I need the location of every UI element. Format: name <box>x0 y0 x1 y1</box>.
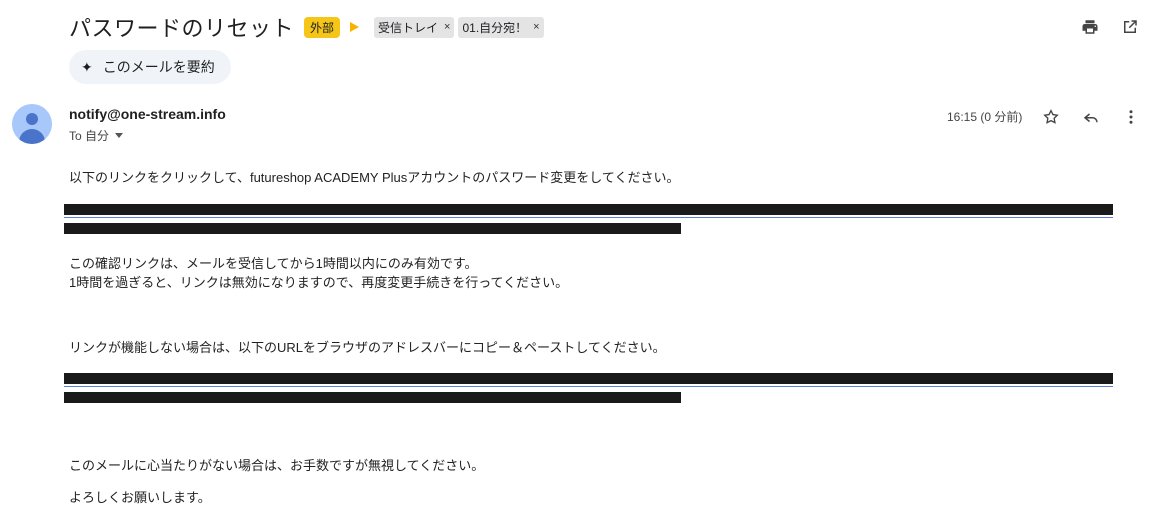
body-paragraph: 1時間を過ぎると、リンクは無効になりますので、再度変更手続きを行ってください。 <box>69 275 569 290</box>
redacted-link[interactable] <box>64 373 1113 384</box>
sender-email[interactable]: notify@one-stream.info <box>69 106 226 122</box>
label-chip-text: 01.自分宛！ <box>462 20 528 35</box>
sparkle-icon: ✦ <box>81 58 93 75</box>
reply-icon[interactable] <box>1080 106 1102 128</box>
remove-label-icon[interactable]: × <box>533 21 539 33</box>
email-subject: パスワードのリセット <box>69 16 295 41</box>
star-icon[interactable] <box>1040 106 1062 128</box>
print-icon[interactable] <box>1079 16 1101 38</box>
label-chip-personal[interactable]: 01.自分宛！ × <box>458 16 544 38</box>
body-paragraph: この確認リンクは、メールを受信してから1時間以内にのみ有効です。 <box>69 256 478 271</box>
top-toolbar <box>1079 16 1141 38</box>
link-underline <box>64 217 1113 218</box>
redacted-link[interactable] <box>64 223 681 234</box>
avatar[interactable] <box>12 104 52 144</box>
more-vert-icon[interactable] <box>1120 106 1142 128</box>
external-badge: 外部 <box>304 16 341 38</box>
summarize-button[interactable]: ✦ このメールを要約 <box>69 50 231 84</box>
recipient-line[interactable]: To 自分 <box>69 127 124 144</box>
remove-label-icon[interactable]: × <box>444 21 450 33</box>
open-in-new-window-icon[interactable] <box>1119 16 1141 38</box>
body-paragraph: 以下のリンクをクリックして、futureshop ACADEMY Plusアカウ… <box>69 170 680 185</box>
body-paragraph: よろしくお願いします。 <box>69 490 211 505</box>
summarize-label: このメールを要約 <box>102 59 215 75</box>
timestamp: 16:15 (0 分前) <box>947 110 1023 124</box>
message-actions <box>1040 106 1142 128</box>
label-chip-text: 受信トレイ <box>378 20 439 35</box>
redacted-link[interactable] <box>64 392 681 403</box>
recipient-label: To 自分 <box>69 129 110 143</box>
chevron-down-icon[interactable] <box>115 133 124 138</box>
body-paragraph: このメールに心当たりがない場合は、お手数ですが無視してください。 <box>69 458 485 473</box>
link-underline <box>64 386 1113 387</box>
redacted-link[interactable] <box>64 204 1113 215</box>
subject-row: パスワードのリセット 外部 受信トレイ × 01.自分宛！ × <box>69 12 548 42</box>
important-marker-icon[interactable] <box>350 22 364 32</box>
label-chip-inbox[interactable]: 受信トレイ × <box>374 16 455 38</box>
body-paragraph: リンクが機能しない場合は、以下のURLをブラウザのアドレスバーにコピー＆ペースト… <box>69 340 666 355</box>
